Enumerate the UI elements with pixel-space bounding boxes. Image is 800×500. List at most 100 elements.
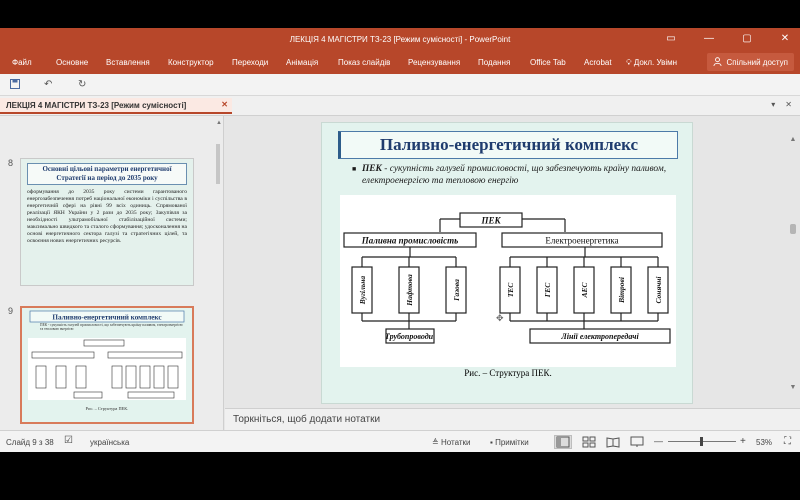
document-tab[interactable]: ЛЕКЦІЯ 4 МАГІСТРИ ТЗ-23 [Режим сумісност…	[0, 98, 232, 114]
slide-thumbnails-pane[interactable]: 8 Основні цільові параметри енергетичної…	[0, 116, 224, 430]
slide-scrollbar[interactable]: ▲ ▼	[788, 136, 798, 396]
language-indicator[interactable]: українська	[90, 438, 129, 447]
slide-counter: Слайд 9 з 38	[6, 438, 54, 447]
tab-close-all-icon[interactable]: ✕	[785, 100, 792, 109]
slide-editor[interactable]: Паливно-енергетичний комплекс ■ ПЕК - су…	[225, 116, 800, 430]
slide-sorter-button[interactable]	[580, 435, 598, 449]
label-tes: ТЕС	[506, 282, 515, 298]
thumbnail-slide-9[interactable]: Паливно-енергетичний комплекс ПЕК - суку…	[20, 306, 194, 424]
notes-toggle[interactable]: ≜ Нотатки	[432, 438, 470, 447]
reading-view-icon	[606, 437, 620, 448]
person-icon	[713, 56, 723, 68]
tab-animations[interactable]: Анімація	[286, 58, 318, 67]
minimize-button[interactable]: —	[702, 33, 716, 44]
slide-title-box[interactable]: Паливно-енергетичний комплекс	[338, 131, 678, 159]
tab-home[interactable]: Основне	[56, 58, 88, 67]
scroll-up-icon[interactable]: ▲	[216, 120, 222, 128]
tab-design[interactable]: Конструктор	[168, 58, 214, 67]
thumbnails-scrollbar[interactable]: ▲	[214, 120, 222, 426]
label-solar: Сонячні	[654, 276, 663, 304]
definition-text: - сукупність галузей промисловості, що з…	[362, 164, 667, 186]
notes-label: Нотатки	[440, 438, 471, 447]
tab-insert[interactable]: Вставлення	[106, 58, 150, 67]
tab-review[interactable]: Рецензування	[408, 58, 460, 67]
window-controls: ▭ — ▢ ✕	[664, 33, 792, 44]
zoom-slider-knob[interactable]	[700, 437, 703, 446]
share-label: Спільний доступ	[726, 57, 788, 67]
zoom-in-button[interactable]: +	[740, 436, 746, 447]
close-button[interactable]: ✕	[778, 33, 792, 44]
slide-caption: Рис. – Структура ПЕК.	[464, 368, 552, 378]
label-gas: Газова	[452, 279, 461, 302]
bullet-icon: ■	[352, 165, 357, 173]
quick-access-toolbar: ↶ ↻	[0, 74, 800, 96]
comments-toggle[interactable]: ▪ Примітки	[490, 438, 529, 447]
thumbnail-9-title: Паливно-енергетичний комплекс	[52, 314, 162, 322]
tab-view[interactable]: Подання	[478, 58, 510, 67]
thumbnail-9-preview: Паливно-енергетичний комплекс ПЕК - суку…	[22, 308, 192, 422]
thumbnail-8-body: оформування до 2035 року системи гаранто…	[27, 189, 187, 244]
spellcheck-icon[interactable]: ☑	[64, 435, 73, 446]
label-power-lines: Лінії електропередачі	[560, 332, 639, 341]
thumbnail-number-8: 8	[8, 158, 14, 168]
notes-placeholder: Торкніться, щоб додати нотатки	[233, 414, 381, 425]
share-button[interactable]: Спільний доступ	[707, 53, 794, 71]
slide-definition[interactable]: ■ ПЕК - сукупність галузей промисловості…	[352, 163, 682, 187]
label-ges: ГЕС	[543, 282, 552, 299]
scroll-down-icon[interactable]: ▼	[788, 384, 798, 391]
tab-acrobat[interactable]: Acrobat	[584, 58, 612, 67]
pek-structure-diagram[interactable]: ПЕК Паливна промисловість Електроенергет…	[340, 195, 676, 367]
tab-transitions[interactable]: Переходи	[232, 58, 268, 67]
notes-pane[interactable]: Торкніться, щоб додати нотатки	[225, 408, 800, 430]
label-electro-power: Електроенергетика	[545, 236, 618, 246]
redo-icon[interactable]: ↻	[78, 79, 86, 90]
tell-me-label: Докл. Увімн	[633, 58, 678, 67]
slide-sorter-icon	[582, 436, 596, 448]
slideshow-icon	[630, 436, 644, 447]
close-tab-icon[interactable]: ✕	[221, 100, 228, 109]
label-oil: Нафтова	[405, 274, 414, 307]
normal-view-icon	[556, 436, 570, 448]
scroll-up-icon[interactable]: ▲	[788, 136, 798, 143]
thumbnail-8-title: Основні цільові параметри енергетичної С…	[27, 163, 187, 185]
tab-file[interactable]: Файл	[12, 58, 32, 67]
ribbon-display-icon[interactable]: ▭	[664, 33, 678, 44]
slideshow-button[interactable]	[628, 435, 646, 449]
document-tab-label: ЛЕКЦІЯ 4 МАГІСТРИ ТЗ-23 [Режим сумісност…	[6, 101, 187, 110]
label-coal: Вугільна	[358, 276, 367, 306]
slide-scroll-thumb[interactable]	[790, 224, 796, 234]
document-tab-bar: ЛЕКЦІЯ 4 МАГІСТРИ ТЗ-23 [Режим сумісност…	[0, 96, 800, 116]
save-icon[interactable]	[10, 79, 20, 92]
current-slide[interactable]: Паливно-енергетичний комплекс ■ ПЕК - су…	[321, 122, 693, 404]
thumbnail-9-def: ПЕК - сукупність галузей промисловості, …	[40, 323, 183, 332]
notes-icon: ≜	[432, 438, 439, 447]
zoom-out-button[interactable]: —	[654, 436, 663, 446]
maximize-button[interactable]: ▢	[740, 33, 754, 44]
document-controls: ▾ ✕	[771, 100, 792, 109]
reading-view-button[interactable]	[604, 435, 622, 449]
ribbon-tabs: Файл Основне Вставлення Конструктор Пере…	[0, 50, 800, 74]
lightbulb-icon: 💡︎	[626, 58, 632, 67]
thumbnail-slide-8[interactable]: Основні цільові параметри енергетичної С…	[20, 158, 194, 286]
tab-list-icon[interactable]: ▾	[771, 100, 775, 109]
tab-slide-show[interactable]: Показ слайдів	[338, 58, 390, 67]
thumbnail-9-caption: Рис. – Структура ПЕК.	[86, 406, 129, 411]
move-cursor-icon: ✥	[496, 313, 504, 323]
tab-office-tab[interactable]: Office Tab	[530, 58, 566, 67]
label-pipelines: Трубопроводи	[385, 332, 434, 341]
zoom-level[interactable]: 53%	[756, 438, 772, 447]
comment-icon: ▪	[490, 438, 493, 447]
powerpoint-window: ЛЕКЦІЯ 4 МАГІСТРИ ТЗ-23 [Режим сумісност…	[0, 28, 800, 452]
comments-label: Примітки	[495, 438, 529, 447]
normal-view-button[interactable]	[554, 435, 572, 449]
tell-me-box[interactable]: 💡︎ Докл. Увімн	[626, 58, 677, 68]
undo-icon[interactable]: ↶	[44, 79, 52, 90]
definition-term: ПЕК	[362, 164, 382, 174]
label-fuel-industry: Паливна промисловість	[361, 236, 458, 246]
thumbnails-scroll-thumb[interactable]	[216, 144, 220, 184]
label-aes: АЕС	[580, 282, 589, 299]
fit-slide-icon[interactable]: ⛶	[784, 436, 791, 447]
status-bar: Слайд 9 з 38 ☑ українська ≜ Нотатки ▪ Пр…	[0, 430, 800, 452]
thumbnail-number-9: 9	[8, 306, 14, 316]
title-bar: ЛЕКЦІЯ 4 МАГІСТРИ ТЗ-23 [Режим сумісност…	[0, 28, 800, 50]
